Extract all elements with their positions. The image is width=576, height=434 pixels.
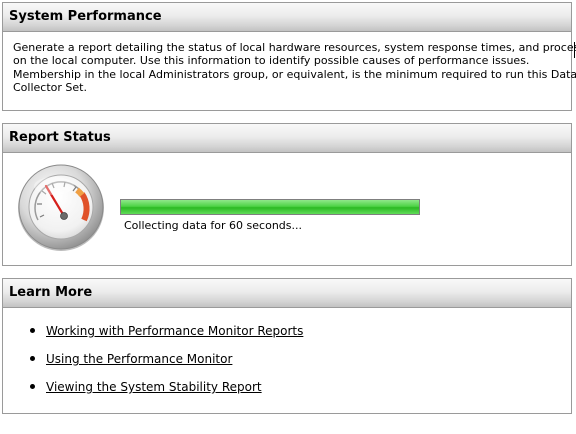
system-performance-description: Generate a report detailing the status o… [13, 41, 576, 95]
link-working-with-performance-monitor-reports[interactable]: Working with Performance Monitor Reports [46, 324, 303, 338]
link-using-the-performance-monitor[interactable]: Using the Performance Monitor [46, 352, 232, 366]
description-line: Generate a report detailing the status o… [13, 41, 576, 54]
report-progress-bar [120, 199, 420, 215]
learn-more-link-list: Working with Performance Monitor Reports… [29, 323, 303, 407]
bullet-icon [30, 384, 35, 389]
bullet-icon [30, 328, 35, 333]
description-line: on the local computer. Use this informat… [13, 54, 530, 68]
report-status-panel: Report Status Collecting data for 60 sec… [2, 123, 572, 266]
bullet-icon [30, 356, 35, 361]
learn-more-panel: Learn More Working with Performance Moni… [2, 278, 572, 414]
performance-gauge-icon [18, 164, 104, 251]
learn-more-item: Working with Performance Monitor Reports [29, 323, 303, 351]
learn-more-item: Using the Performance Monitor [29, 351, 303, 379]
system-performance-panel: System Performance Generate a report det… [2, 2, 576, 111]
description-line: Collector Set. [13, 81, 87, 95]
text-cursor-mark [574, 42, 575, 58]
report-progress-fill [121, 200, 419, 214]
description-line: Membership in the local Administrators g… [13, 67, 576, 81]
system-performance-header: System Performance [3, 3, 571, 32]
learn-more-item: Viewing the System Stability Report [29, 379, 303, 407]
link-viewing-the-system-stability-report[interactable]: Viewing the System Stability Report [46, 380, 262, 394]
report-status-header: Report Status [3, 124, 571, 153]
report-status-text: Collecting data for 60 seconds... [124, 219, 302, 232]
learn-more-header: Learn More [3, 279, 571, 308]
